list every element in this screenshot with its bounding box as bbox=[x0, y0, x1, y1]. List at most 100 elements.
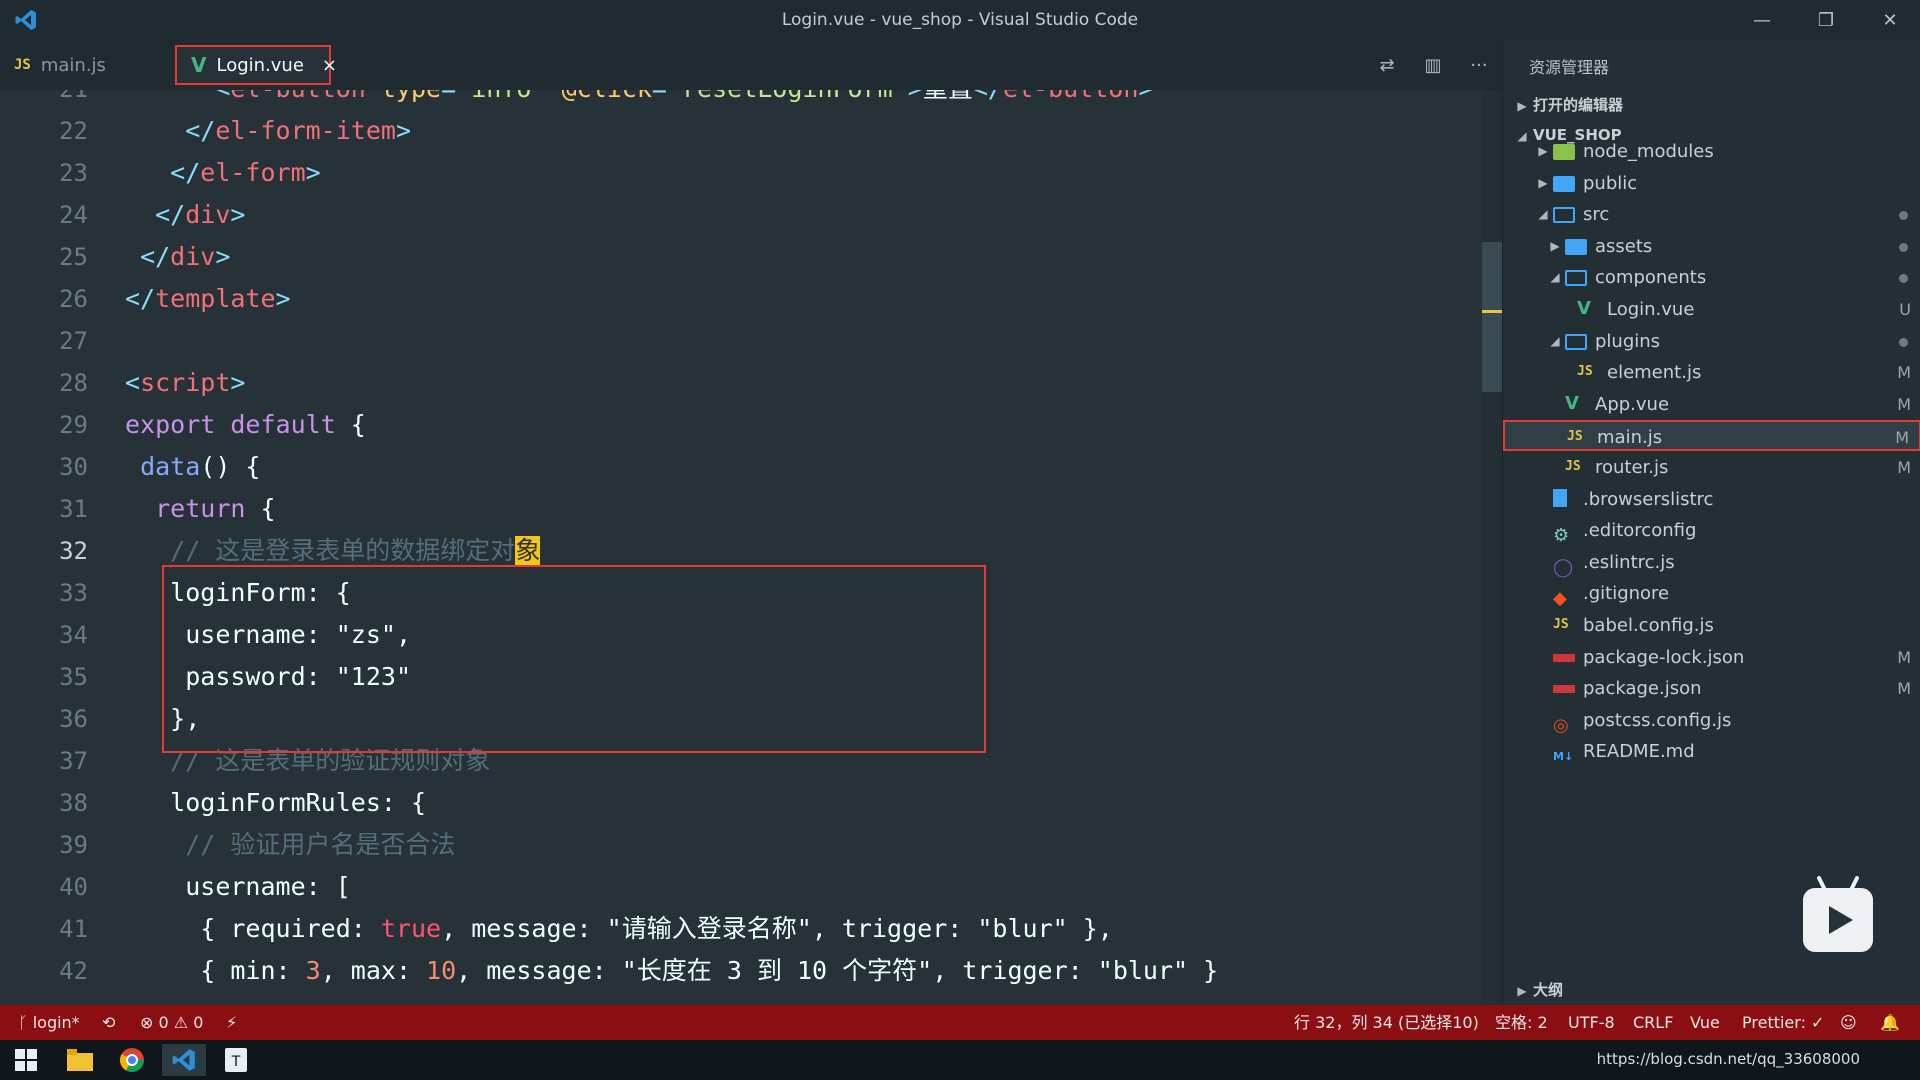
tree-item-label: .gitignore bbox=[1583, 583, 1670, 605]
git-branch[interactable]: ᚴ login* bbox=[18, 1005, 80, 1040]
editor-scrollbar[interactable] bbox=[1482, 90, 1502, 1005]
close-window-button[interactable]: ✕ bbox=[1858, 0, 1920, 40]
code-line[interactable]: <el-button type="info" @click="resetLogi… bbox=[125, 90, 1153, 110]
tree-item-label: public bbox=[1583, 172, 1638, 194]
chevron-down-icon[interactable]: ◢ bbox=[1547, 326, 1563, 357]
close-tab-icon[interactable]: × bbox=[322, 55, 337, 76]
language-mode[interactable]: Vue bbox=[1690, 1005, 1720, 1040]
tree-item[interactable]: JS router.js M bbox=[1503, 452, 1920, 483]
tree-item-label: .eslintrc.js bbox=[1583, 551, 1675, 573]
line-number: 41 bbox=[59, 915, 88, 943]
problems-indicator[interactable]: ⊗ 0 ⚠ 0 bbox=[140, 1005, 203, 1040]
line-endings[interactable]: CRLF bbox=[1633, 1005, 1673, 1040]
code-token: { bbox=[245, 494, 276, 523]
more-actions-icon[interactable]: ··· bbox=[1456, 55, 1502, 76]
code-line[interactable]: data() { bbox=[125, 446, 260, 488]
warning-count: 0 bbox=[193, 1013, 204, 1032]
tree-item[interactable]: ◢ src bbox=[1503, 199, 1920, 230]
line-number: 36 bbox=[59, 705, 88, 733]
bolt-icon[interactable]: ⚡ bbox=[226, 1005, 237, 1040]
chevron-right-icon[interactable]: ▶ bbox=[1547, 231, 1563, 262]
notifications-bell-icon[interactable]: 🔔 bbox=[1880, 1005, 1900, 1040]
code-token: , trigger: bbox=[811, 914, 978, 943]
feedback-icon[interactable]: ☺ bbox=[1840, 1005, 1857, 1040]
tree-item[interactable]: ◢ components bbox=[1503, 262, 1920, 293]
code-line[interactable]: { min: 3, max: 10, message: "长度在 3 到 10 … bbox=[125, 950, 1218, 992]
tree-item[interactable]: ⚙ .editorconfig bbox=[1503, 515, 1920, 546]
code-line[interactable]: { required: true, message: "请输入登录名称", tr… bbox=[125, 908, 1113, 950]
indentation[interactable]: 空格: 2 bbox=[1495, 1005, 1548, 1040]
code-line[interactable]: </el-form-item> bbox=[125, 110, 411, 152]
folder-open-icon bbox=[1565, 270, 1587, 287]
js-file-icon: JS bbox=[1553, 617, 1569, 632]
vue-file-icon: V bbox=[1565, 392, 1579, 414]
tree-item[interactable]: ◎ postcss.config.js bbox=[1503, 705, 1920, 736]
open-editors-section[interactable]: ▶ 打开的编辑器 bbox=[1511, 90, 1623, 120]
tree-item[interactable]: ▶ node_modules bbox=[1503, 136, 1920, 167]
tree-item[interactable]: JS babel.config.js bbox=[1503, 610, 1920, 641]
js-file-icon: JS bbox=[14, 57, 31, 73]
code-line[interactable]: </div> bbox=[125, 236, 230, 278]
sync-icon[interactable]: ⟲ bbox=[102, 1005, 115, 1040]
tree-item[interactable]: M↓ README.md bbox=[1503, 736, 1920, 767]
tree-item[interactable]: V App.vue M bbox=[1503, 389, 1920, 420]
file-explorer-icon[interactable] bbox=[58, 1044, 102, 1076]
chevron-right-icon[interactable]: ▶ bbox=[1535, 168, 1551, 199]
tab-main-js[interactable]: JS main.js bbox=[0, 45, 175, 85]
code-token: // 验证用户名是否合法 bbox=[185, 830, 456, 859]
code-line[interactable]: // 验证用户名是否合法 bbox=[125, 824, 455, 866]
tree-item[interactable]: ◆ .gitignore bbox=[1503, 578, 1920, 609]
prettier-status[interactable]: Prettier: ✓ bbox=[1742, 1005, 1824, 1040]
code-token: el-button bbox=[1003, 90, 1138, 103]
scrollbar-thumb[interactable] bbox=[1482, 242, 1502, 392]
line-number: 33 bbox=[59, 579, 88, 607]
npm-icon bbox=[1553, 653, 1575, 662]
tab-login-vue[interactable]: V Login.vue × bbox=[175, 45, 337, 85]
tree-item[interactable]: package.json M bbox=[1503, 673, 1920, 704]
code-line[interactable]: loginFormRules: { bbox=[125, 782, 426, 824]
tree-item[interactable]: ◢ plugins bbox=[1503, 326, 1920, 357]
code-line[interactable]: return { bbox=[125, 488, 276, 530]
vue-file-icon: V bbox=[191, 53, 207, 77]
code-token: div bbox=[170, 242, 216, 271]
cursor-position[interactable]: 行 32，列 34 (已选择10) bbox=[1294, 1005, 1479, 1040]
tree-item[interactable]: V Login.vue U bbox=[1503, 294, 1920, 325]
chrome-icon[interactable] bbox=[110, 1044, 154, 1076]
code-token: > bbox=[395, 116, 412, 145]
chevron-down-icon[interactable]: ◢ bbox=[1547, 262, 1563, 293]
chevron-down-icon[interactable]: ◢ bbox=[1535, 199, 1551, 230]
minimize-button[interactable]: — bbox=[1730, 0, 1794, 40]
tree-item[interactable]: JS main.js M bbox=[1503, 420, 1920, 452]
code-line[interactable]: export default { bbox=[125, 404, 366, 446]
typora-icon[interactable]: T bbox=[214, 1044, 258, 1076]
code-line[interactable]: username: [ bbox=[125, 866, 351, 908]
tree-item-label: router.js bbox=[1595, 457, 1669, 478]
tree-item[interactable]: ◯ .eslintrc.js bbox=[1503, 547, 1920, 578]
outline-section[interactable]: ▶ 大纲 bbox=[1511, 975, 1563, 1005]
open-changes-icon[interactable]: ⇄ bbox=[1364, 55, 1410, 76]
error-count: 0 bbox=[158, 1013, 169, 1032]
code-line[interactable]: </el-form> bbox=[125, 152, 321, 194]
scrollbar-cursor-marker bbox=[1482, 310, 1502, 313]
windows-start-icon[interactable] bbox=[4, 1044, 48, 1076]
chevron-right-icon[interactable]: ▶ bbox=[1535, 136, 1551, 167]
video-play-icon[interactable] bbox=[1803, 888, 1873, 952]
tree-item[interactable]: JS element.js M bbox=[1503, 357, 1920, 388]
git-status-badge: M bbox=[1897, 679, 1911, 699]
tree-item[interactable]: package-lock.json M bbox=[1503, 642, 1920, 673]
vscode-taskbar-icon[interactable] bbox=[162, 1044, 206, 1076]
tree-item[interactable]: .browserslistrc bbox=[1503, 484, 1920, 515]
code-line[interactable]: </template> bbox=[125, 278, 291, 320]
code-line[interactable]: <script> bbox=[125, 362, 245, 404]
encoding[interactable]: UTF-8 bbox=[1568, 1005, 1615, 1040]
code-token: , message: bbox=[441, 914, 607, 943]
tree-item[interactable]: ▶ public bbox=[1503, 168, 1920, 199]
line-number: 34 bbox=[59, 621, 88, 649]
tree-item[interactable]: ▶ assets bbox=[1503, 231, 1920, 262]
split-editor-icon[interactable]: ▥ bbox=[1410, 55, 1456, 76]
code-area[interactable]: <el-button type="info" @click="resetLogi… bbox=[125, 90, 1472, 1005]
tree-item-label: postcss.config.js bbox=[1583, 709, 1732, 731]
maximize-button[interactable]: ❐ bbox=[1794, 0, 1858, 40]
code-line[interactable]: </div> bbox=[125, 194, 245, 236]
code-editor[interactable]: 21 22 23 24 25 26 27 28 29 30 31 32 33 34 35 36 37 38 39 40… bbox=[0, 90, 1502, 1005]
